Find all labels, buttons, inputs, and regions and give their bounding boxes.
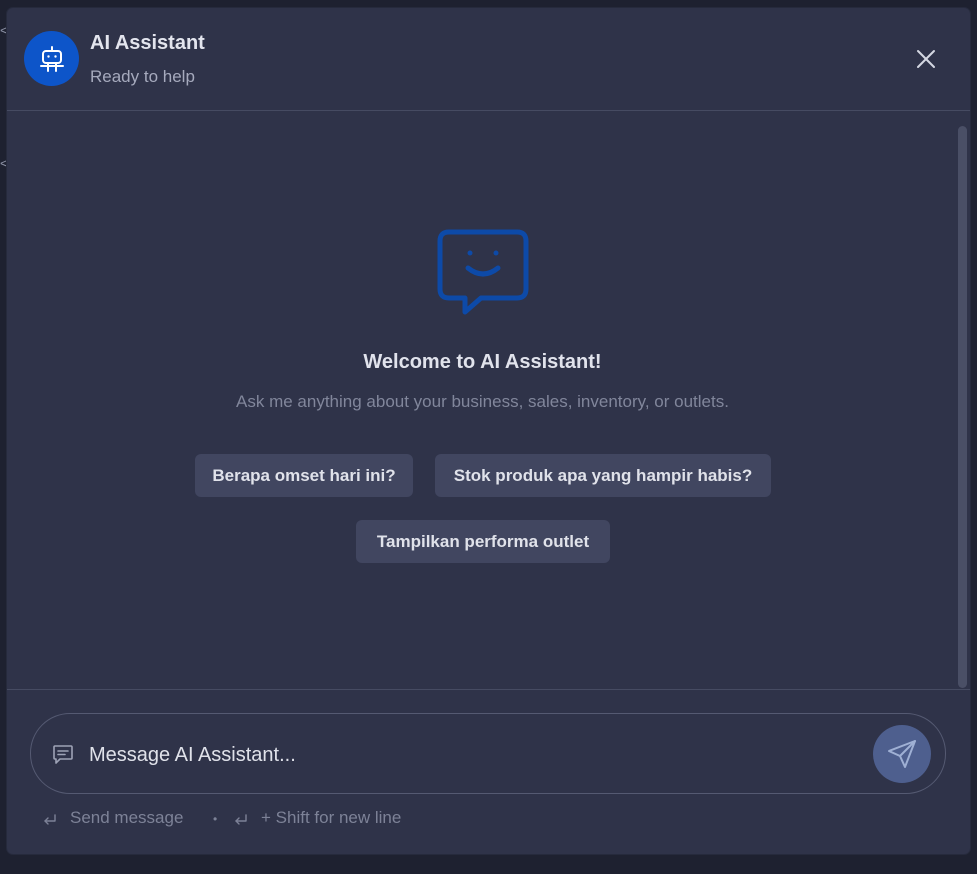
assistant-status: Ready to help — [90, 67, 195, 86]
backdrop-edge-mark: < — [0, 155, 9, 171]
chat-body: Welcome to AI Assistant! Ask me anything… — [7, 111, 970, 689]
send-button[interactable] — [873, 725, 931, 783]
send-icon — [888, 740, 916, 768]
scrollbar-thumb[interactable] — [958, 126, 967, 688]
suggestion-chip[interactable]: Tampilkan performa outlet — [356, 520, 610, 563]
newline-hint: + Shift for new line — [261, 808, 402, 827]
smiley-chat-icon — [437, 229, 529, 315]
enter-key-icon — [235, 814, 247, 825]
message-input[interactable] — [87, 734, 861, 776]
chat-scrollbar[interactable] — [958, 118, 967, 688]
close-button[interactable] — [911, 44, 941, 74]
assistant-title: AI Assistant — [90, 32, 205, 54]
welcome-title: Welcome to AI Assistant! — [363, 351, 602, 373]
message-icon — [53, 745, 73, 764]
enter-key-icon — [44, 814, 56, 825]
message-composer — [30, 713, 946, 794]
ai-assistant-panel: AI Assistant Ready to help Welcome to AI… — [7, 8, 970, 854]
composer-divider — [7, 689, 970, 690]
robot-icon — [39, 45, 64, 72]
welcome-subtitle: Ask me anything about your business, sal… — [236, 392, 729, 411]
hint-separator: • — [213, 812, 218, 826]
backdrop-edge-mark: < — [0, 22, 9, 38]
assistant-avatar — [24, 31, 79, 86]
send-hint: Send message — [70, 808, 184, 827]
chat-header: AI Assistant Ready to help — [7, 8, 970, 111]
close-icon — [917, 50, 935, 68]
suggestion-chip[interactable]: Berapa omset hari ini? — [195, 454, 413, 497]
suggestion-chip[interactable]: Stok produk apa yang hampir habis? — [435, 454, 771, 497]
